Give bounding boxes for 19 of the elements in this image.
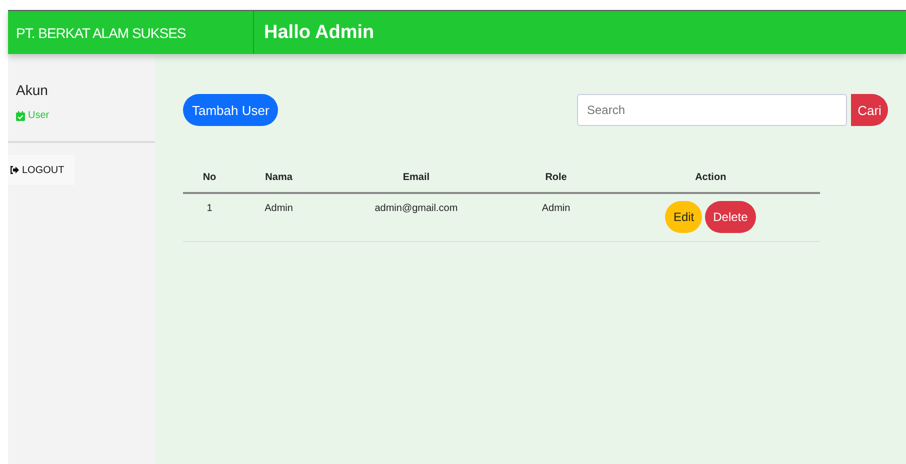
table-cell: Admin [236,193,322,242]
search-field[interactable]: Search [577,94,847,126]
table-cell: admin@gmail.com [322,193,511,242]
add-user-button[interactable]: Tambah User [183,94,278,126]
search-button[interactable]: Cari [851,94,888,126]
sidebar-title: Akun [16,82,49,98]
table-cell: Admin [510,193,602,242]
column-header: Nama [236,162,322,193]
calendar-check-icon [16,110,25,120]
column-header: Role [510,162,602,193]
logout-button[interactable]: LOGOUT [8,155,75,185]
greeting-title: Hallo Admin [263,20,374,44]
column-header: Email [322,162,511,193]
logout-icon [10,166,19,174]
table-cell: 1 [183,193,236,242]
delete-button[interactable]: Delete [705,201,756,233]
column-header: No [183,162,236,193]
column-header: Action [601,162,820,193]
edit-button[interactable]: Edit [665,201,702,233]
